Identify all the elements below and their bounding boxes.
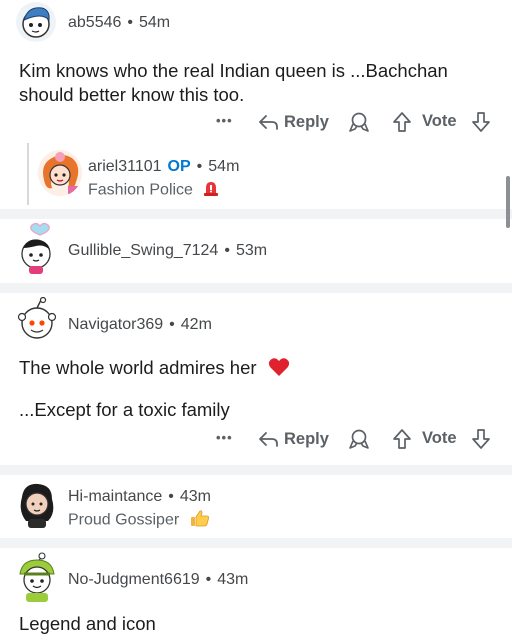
comment-separator (0, 209, 512, 219)
timestamp: 54m (208, 158, 240, 175)
vote-text: Vote (422, 112, 457, 130)
downvote-arrow-icon (472, 112, 490, 132)
thumbs-up-icon (190, 509, 210, 532)
avatar[interactable] (38, 150, 82, 196)
timestamp: 53m (235, 242, 268, 259)
award-button[interactable] (347, 428, 371, 450)
op-badge: OP (167, 158, 191, 175)
downvote-button[interactable] (471, 428, 491, 450)
comment-username-row: ab5546 • 54m (68, 14, 170, 32)
username-link[interactable]: ab5546 (68, 14, 121, 31)
avatar[interactable] (14, 552, 60, 602)
vote-label: Vote (422, 429, 457, 448)
award-button[interactable] (347, 111, 371, 133)
reply-button[interactable]: Reply (258, 112, 329, 132)
downvote-button[interactable] (471, 111, 491, 133)
comment-body-line: should better know this too. (19, 84, 245, 105)
downvote-arrow-icon (472, 429, 490, 449)
scrollbar[interactable] (506, 176, 510, 228)
comment-username-row: Hi-maintance • 43m (68, 488, 211, 506)
heart-icon (268, 357, 290, 383)
comment-body-line: Kim knows who the real Indian queen is .… (19, 60, 448, 81)
comment-separator (0, 465, 512, 475)
meta-separator: • (168, 488, 174, 505)
timestamp: 43m (179, 488, 211, 505)
vote-label: Vote (422, 112, 457, 131)
reply-arrow-icon (259, 432, 278, 447)
award-icon (349, 429, 369, 449)
avatar[interactable] (14, 222, 60, 274)
timestamp: 43m (217, 571, 249, 588)
meta-separator: • (205, 571, 212, 588)
reply-arrow-icon (259, 115, 278, 130)
upvote-arrow-icon (393, 429, 411, 449)
meta-separator: • (127, 14, 133, 31)
comment-username-row: ariel31101 OP • 54m (88, 158, 239, 176)
timestamp: 54m (139, 14, 171, 31)
reply-label: Reply (284, 429, 329, 448)
more-icon: ••• (216, 113, 233, 128)
username-link[interactable]: Gullible_Swing_7124 (68, 242, 218, 259)
user-flair: Fashion Police (88, 179, 219, 202)
username-link[interactable]: Navigator369 (68, 316, 163, 333)
reply-label: Reply (284, 112, 329, 131)
meta-separator: • (196, 158, 203, 175)
comment-username-row: No-Judgment6619 • 43m (68, 571, 248, 589)
timestamp: 42m (180, 316, 212, 333)
siren-icon (203, 179, 219, 202)
comment-body-line: The whole world admires her (19, 356, 290, 383)
user-flair: Proud Gossiper (68, 509, 210, 532)
comment-username-row: Navigator369 • 42m (68, 316, 212, 334)
meta-separator: • (224, 242, 230, 259)
username-link[interactable]: ariel31101 (88, 158, 162, 175)
vote-text: Vote (422, 429, 457, 447)
award-icon (349, 112, 369, 132)
username-link[interactable]: Hi-maintance (68, 488, 162, 505)
comment-body-line: Legend and icon (19, 613, 156, 634)
comment-text: The whole world admires her (19, 357, 257, 378)
comment-separator (0, 538, 512, 548)
more-options-button[interactable]: ••• (216, 113, 233, 128)
comment-separator (0, 283, 512, 293)
upvote-button[interactable] (392, 111, 412, 133)
comment-action-bar: ••• Reply Vote (0, 109, 512, 137)
username-link[interactable]: No-Judgment6619 (68, 571, 200, 588)
comment-username-row: Gullible_Swing_7124 • 53m (68, 242, 267, 260)
thread-line[interactable] (27, 143, 29, 205)
comment-action-bar: ••• Reply Vote (0, 426, 512, 454)
avatar[interactable] (16, 2, 56, 42)
meta-separator: • (169, 316, 175, 333)
flair-text: Proud Gossiper (68, 511, 180, 529)
more-options-button[interactable]: ••• (216, 430, 233, 445)
more-icon: ••• (216, 430, 233, 445)
upvote-button[interactable] (392, 428, 412, 450)
comment-body-line: ...Except for a toxic family (19, 399, 230, 420)
reply-button[interactable]: Reply (258, 429, 329, 449)
upvote-arrow-icon (393, 112, 411, 132)
avatar[interactable] (15, 297, 59, 343)
flair-text: Fashion Police (88, 181, 193, 199)
avatar[interactable] (14, 481, 60, 529)
